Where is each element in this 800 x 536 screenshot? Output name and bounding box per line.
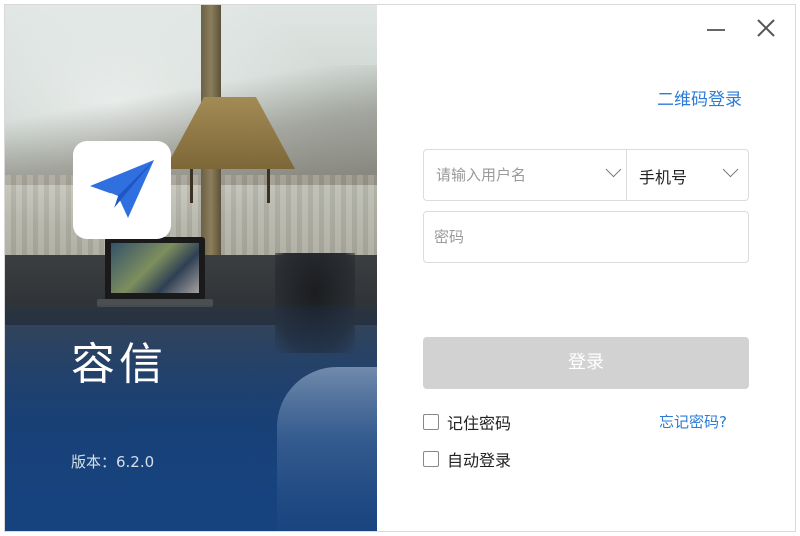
remember-password-checkbox[interactable]	[423, 414, 439, 430]
paper-plane-icon	[90, 160, 154, 218]
login-window: 容信 版本：6.2.0 二维码登录 手机号 登录	[4, 4, 796, 532]
hero-laptop-screen	[111, 243, 199, 293]
hero-panel: 容信 版本：6.2.0	[5, 5, 377, 531]
auto-login-label: 自动登录	[447, 451, 512, 470]
app-name: 容信	[71, 339, 167, 390]
remember-password-option[interactable]: 记住密码	[423, 410, 511, 434]
forgot-password-link[interactable]: 忘记密码?	[659, 411, 727, 432]
account-type-value: 手机号	[639, 168, 688, 187]
app-version: 版本：6.2.0	[71, 453, 155, 471]
login-button[interactable]: 登录	[423, 337, 749, 389]
close-icon	[757, 19, 775, 37]
app-logo	[73, 141, 171, 239]
auto-login-checkbox[interactable]	[423, 451, 439, 467]
password-input[interactable]	[424, 212, 748, 262]
hero-blue-overlay	[5, 305, 377, 531]
auto-login-option[interactable]: 自动登录	[423, 447, 511, 471]
username-input[interactable]	[424, 150, 624, 200]
minimize-button[interactable]	[703, 15, 729, 41]
account-type-select[interactable]: 手机号	[627, 150, 748, 200]
remember-password-label: 记住密码	[447, 414, 512, 433]
qr-code-login-link[interactable]: 二维码登录	[657, 85, 742, 110]
login-panel: 二维码登录 手机号 登录 记住密码 忘记密码? 自动登录	[377, 5, 795, 531]
close-button[interactable]	[753, 15, 779, 41]
chevron-down-icon	[722, 161, 739, 178]
password-field-group	[423, 211, 749, 263]
username-field-group: 手机号	[423, 149, 749, 201]
hero-laptop	[97, 237, 213, 307]
hero-lamp-base	[190, 169, 270, 203]
minimize-icon	[707, 29, 725, 31]
